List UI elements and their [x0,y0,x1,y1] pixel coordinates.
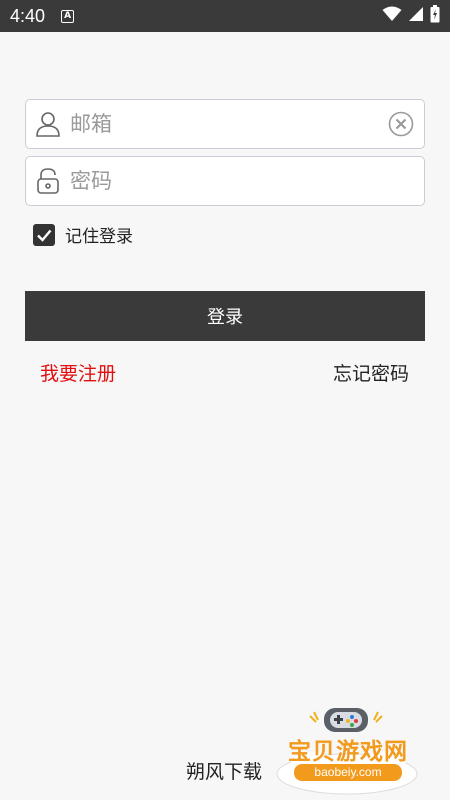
login-screen: 4:40 A 邮箱 记住登录 登录 我要注册 忘记密码 朔风下载 宝贝游戏网 b… [0,0,450,800]
register-link[interactable]: 我要注册 [40,359,116,386]
lock-icon [26,157,70,205]
status-time: 4:40 [10,5,46,26]
forgot-password-link[interactable]: 忘记密码 [333,359,409,386]
login-button[interactable]: 登录 [25,291,425,341]
gamepad-icon [324,708,368,732]
password-input[interactable] [70,169,424,193]
watermark-logo: 宝贝游戏网 baobeiy.com [272,702,422,797]
email-input[interactable] [70,112,378,136]
notification-badge: A [61,9,75,23]
wifi-icon [382,6,402,26]
footer-brand: 朔风下载 [186,761,263,783]
checkmark-icon [37,229,52,242]
clear-icon[interactable] [378,100,424,148]
remember-checkbox[interactable] [33,223,55,246]
remember-login[interactable]: 记住登录 [33,222,133,247]
status-icons [382,5,440,27]
user-icon [26,100,70,148]
email-field[interactable] [25,99,425,149]
battery-icon [430,5,440,27]
watermark-url: baobeiy.com [294,764,402,781]
signal-icon [408,6,424,26]
watermark-title: 宝贝游戏网 [288,739,408,765]
status-bar: 4:40 A [0,0,450,32]
remember-label: 记住登录 [65,227,133,247]
password-field[interactable] [25,156,425,206]
